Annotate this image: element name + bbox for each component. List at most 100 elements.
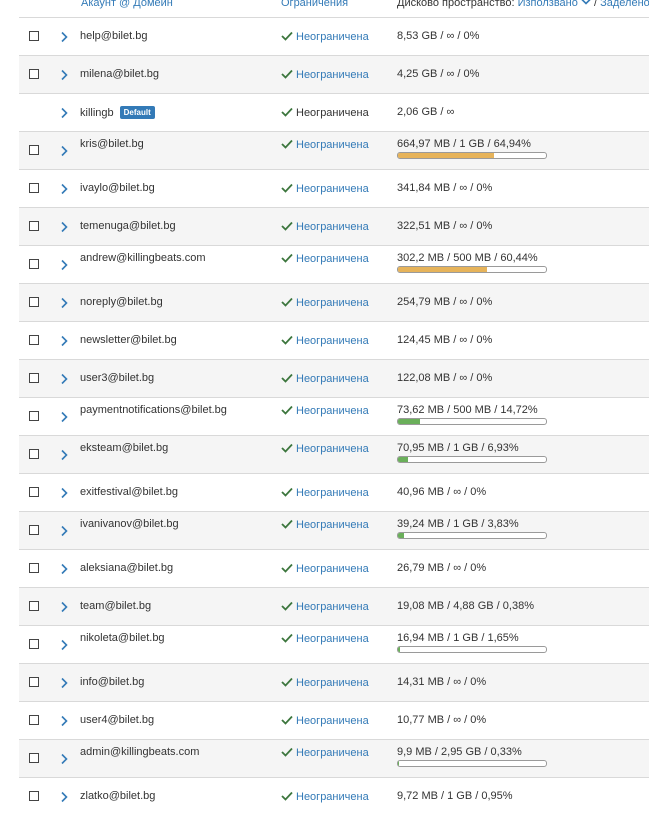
chevron-right-icon[interactable] — [59, 335, 69, 347]
row-checkbox[interactable] — [29, 563, 39, 573]
account-name[interactable]: milena@bilet.bg — [80, 68, 159, 80]
row-checkbox[interactable] — [29, 183, 39, 193]
column-header-limits[interactable]: Ограничения — [281, 0, 348, 10]
table-row[interactable]: killingbDefaultНеограничена2,06 GB / ∞ — [19, 93, 649, 131]
limit-cell[interactable]: Неограничена — [281, 487, 369, 499]
table-row[interactable]: user3@bilet.bgНеограничена122,08 MB / ∞ … — [19, 359, 649, 397]
account-name[interactable]: eksteam@bilet.bg — [80, 442, 168, 454]
table-row[interactable]: newsletter@bilet.bgНеограничена124,45 MB… — [19, 321, 649, 359]
chevron-right-icon[interactable] — [59, 563, 69, 575]
table-row[interactable]: paymentnotifications@bilet.bg Неограничен… — [19, 397, 649, 435]
chevron-right-icon[interactable] — [59, 411, 69, 423]
table-row[interactable]: andrew@killingbeats.comНеограничена302,2… — [19, 245, 649, 283]
table-row[interactable]: info@bilet.bgНеограничена14,31 MB / ∞ / … — [19, 663, 649, 701]
account-name[interactable]: noreply@bilet.bg — [80, 296, 163, 308]
row-checkbox[interactable] — [29, 31, 39, 41]
table-row[interactable]: ivaylo@bilet.bgНеограничена341,84 MB / ∞… — [19, 169, 649, 207]
row-checkbox[interactable] — [29, 297, 39, 307]
chevron-right-icon[interactable] — [59, 373, 69, 385]
row-checkbox[interactable] — [29, 601, 39, 611]
chevron-right-icon[interactable] — [59, 715, 69, 727]
limit-cell[interactable]: Неограничена — [281, 791, 369, 803]
limit-cell[interactable]: Неограничена — [281, 715, 369, 727]
row-checkbox[interactable] — [29, 411, 39, 421]
account-name[interactable]: admin@killingbeats.com — [80, 746, 199, 758]
row-checkbox[interactable] — [29, 639, 39, 649]
table-row[interactable]: user4@bilet.bgНеограничена10,77 MB / ∞ /… — [19, 701, 649, 739]
table-row[interactable]: ivanivanov@bilet.bgНеограничена39,24 MB … — [19, 511, 649, 549]
limit-cell[interactable]: Неограничена — [281, 69, 369, 81]
account-name[interactable]: info@bilet.bg — [80, 676, 144, 688]
row-checkbox[interactable] — [29, 221, 39, 231]
table-row[interactable]: temenuga@bilet.bgНеограничена322,51 MB /… — [19, 207, 649, 245]
account-name[interactable]: andrew@killingbeats.com — [80, 252, 206, 264]
limit-cell[interactable]: Неограничена — [281, 747, 369, 759]
limit-cell[interactable]: Неограничена — [281, 31, 369, 43]
account-name[interactable]: nikoleta@bilet.bg — [80, 632, 165, 644]
table-row[interactable]: milena@bilet.bgНеограничена4,25 GB / ∞ /… — [19, 55, 649, 93]
table-row[interactable]: aleksiana@bilet.bgНеограничена26,79 MB /… — [19, 549, 649, 587]
limit-cell[interactable]: Неограничена — [281, 601, 369, 613]
column-header-account[interactable]: Акаунт @ Домейн — [81, 0, 173, 10]
chevron-right-icon[interactable] — [59, 31, 69, 43]
row-checkbox[interactable] — [29, 449, 39, 459]
account-name[interactable]: temenuga@bilet.bg — [80, 220, 176, 232]
chevron-right-icon[interactable] — [59, 639, 69, 651]
account-name[interactable]: paymentnotifications@bilet.bg — [80, 404, 227, 416]
chevron-right-icon[interactable] — [59, 145, 69, 157]
row-checkbox[interactable] — [29, 335, 39, 345]
limit-cell[interactable]: Неограничена — [281, 183, 369, 195]
account-name[interactable]: team@bilet.bg — [80, 600, 151, 612]
limit-cell[interactable]: Неограничена — [281, 335, 369, 347]
chevron-right-icon[interactable] — [59, 69, 69, 81]
chevron-right-icon[interactable] — [59, 753, 69, 765]
row-checkbox[interactable] — [29, 715, 39, 725]
table-row[interactable]: nikoleta@bilet.bgНеограничена16,94 MB / … — [19, 625, 649, 663]
chevron-right-icon[interactable] — [59, 677, 69, 689]
table-row[interactable]: eksteam@bilet.bgНеограничена70,95 MB / 1… — [19, 435, 649, 473]
account-name[interactable]: kris@bilet.bg — [80, 138, 144, 150]
table-row[interactable]: team@bilet.bgНеограничена19,08 MB / 4,88… — [19, 587, 649, 625]
sort-used-link[interactable]: Използвано — [518, 0, 578, 9]
row-checkbox[interactable] — [29, 525, 39, 535]
chevron-right-icon[interactable] — [59, 525, 69, 537]
chevron-right-icon[interactable] — [59, 259, 69, 271]
account-name[interactable]: ivanivanov@bilet.bg — [80, 518, 179, 530]
account-name[interactable]: ivaylo@bilet.bg — [80, 182, 155, 194]
account-name[interactable]: newsletter@bilet.bg — [80, 334, 177, 346]
limit-cell[interactable]: Неограничена — [281, 519, 369, 531]
table-row[interactable]: kris@bilet.bgНеограничена664,97 MB / 1 G… — [19, 131, 649, 169]
row-checkbox[interactable] — [29, 145, 39, 155]
limit-cell[interactable]: Неограничена — [281, 633, 369, 645]
account-name[interactable]: help@bilet.bg — [80, 30, 147, 42]
row-checkbox[interactable] — [29, 677, 39, 687]
chevron-right-icon[interactable] — [59, 487, 69, 499]
limit-cell[interactable]: Неограничена — [281, 677, 369, 689]
limit-cell[interactable]: Неограничена — [281, 221, 369, 233]
sort-allocated-link[interactable]: Заделено — [600, 0, 649, 9]
account-name[interactable]: killingbDefault — [80, 106, 155, 119]
chevron-down-icon[interactable] — [581, 0, 591, 6]
row-checkbox[interactable] — [29, 753, 39, 763]
chevron-right-icon[interactable] — [59, 601, 69, 613]
row-checkbox[interactable] — [29, 259, 39, 269]
row-checkbox[interactable] — [29, 487, 39, 497]
row-checkbox[interactable] — [29, 69, 39, 79]
limit-cell[interactable]: Неограничена — [281, 139, 369, 151]
account-name[interactable]: user3@bilet.bg — [80, 372, 154, 384]
chevron-right-icon[interactable] — [59, 107, 69, 119]
limit-cell[interactable]: Неограничена — [281, 443, 369, 455]
account-name[interactable]: aleksiana@bilet.bg — [80, 562, 173, 574]
account-name[interactable]: user4@bilet.bg — [80, 714, 154, 726]
table-row[interactable]: admin@killingbeats.comНеограничена9,9 MB… — [19, 739, 649, 777]
row-checkbox[interactable] — [29, 373, 39, 383]
chevron-right-icon[interactable] — [59, 449, 69, 461]
chevron-right-icon[interactable] — [59, 183, 69, 195]
chevron-right-icon[interactable] — [59, 221, 69, 233]
table-row[interactable]: help@bilet.bgНеограничена8,53 GB / ∞ / 0… — [19, 17, 649, 55]
limit-cell[interactable]: Неограничена — [281, 373, 369, 385]
table-row[interactable]: noreply@bilet.bgНеограничена254,79 MB / … — [19, 283, 649, 321]
limit-cell[interactable]: Неограничена — [281, 405, 369, 417]
limit-cell[interactable]: Неограничена — [281, 563, 369, 575]
account-name[interactable]: exitfestival@bilet.bg — [80, 486, 178, 498]
